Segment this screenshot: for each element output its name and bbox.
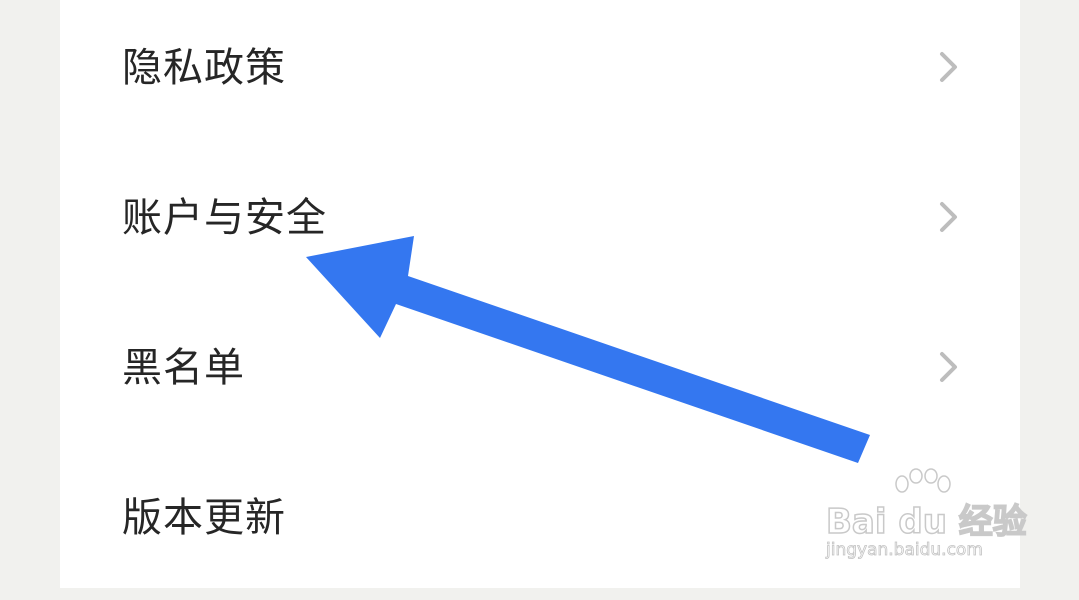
menu-item-privacy-policy[interactable]: 隐私政策	[60, 0, 1020, 150]
chevron-right-icon	[940, 202, 957, 232]
chevron-right-icon	[940, 352, 957, 382]
menu-item-blacklist[interactable]: 黑名单	[60, 300, 1020, 450]
menu-item-version-update[interactable]: 版本更新	[60, 450, 1020, 600]
menu-item-label: 账户与安全	[122, 195, 327, 241]
menu-item-label: 隐私政策	[122, 45, 286, 91]
menu-item-label: 黑名单	[122, 345, 245, 391]
settings-panel: 隐私政策 账户与安全 黑名单 版本更新	[60, 0, 1020, 588]
chevron-right-icon	[940, 52, 957, 82]
menu-item-label: 版本更新	[122, 495, 286, 541]
menu-item-account-security[interactable]: 账户与安全	[60, 150, 1020, 300]
